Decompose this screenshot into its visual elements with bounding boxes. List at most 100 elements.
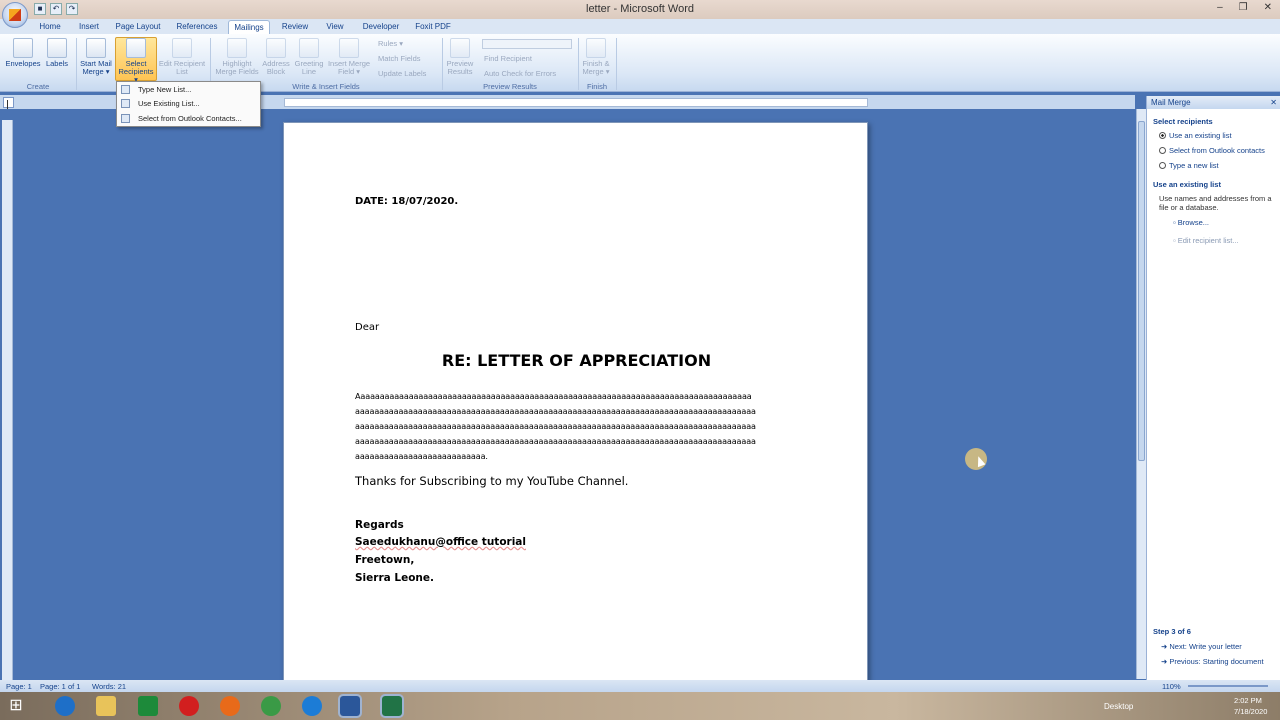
office-button[interactable]	[2, 2, 28, 28]
radio-icon[interactable]	[1159, 162, 1166, 169]
letter-heading: RE: LETTER OF APPRECIATION	[441, 351, 712, 370]
preview-results-button[interactable]: Preview Results	[444, 38, 476, 76]
finish-icon	[586, 38, 606, 58]
desktop-label[interactable]: Desktop	[1104, 702, 1133, 711]
regards-line: Regards	[355, 519, 404, 531]
tab-references[interactable]: References	[174, 20, 220, 34]
minimize-icon[interactable]: –	[1217, 2, 1223, 13]
close-pane-icon[interactable]: ✕	[1270, 96, 1277, 109]
status-page[interactable]: Page: 1	[6, 682, 32, 691]
labels-icon	[47, 38, 67, 58]
excel-icon[interactable]	[138, 696, 158, 716]
excel-window-icon[interactable]	[380, 694, 404, 718]
chrome-icon[interactable]	[261, 696, 281, 716]
tab-home[interactable]: Home	[36, 20, 64, 34]
vertical-ruler[interactable]	[2, 120, 13, 680]
word-icon[interactable]	[338, 694, 362, 718]
redo-icon[interactable]: ↷	[66, 3, 78, 15]
close-icon[interactable]: ✕	[1264, 2, 1272, 13]
undo-icon[interactable]: ↶	[50, 3, 62, 15]
opera-icon[interactable]	[179, 696, 199, 716]
highlight-merge-fields-button[interactable]: Highlight Merge Fields	[214, 38, 260, 76]
existing-list-icon	[121, 99, 130, 108]
group-create: Create	[26, 82, 50, 91]
mouse-cursor	[965, 448, 987, 470]
scroll-thumb[interactable]	[1138, 121, 1145, 461]
signature-line: Saeedukhanu@office tutorial	[355, 536, 526, 548]
tab-review[interactable]: Review	[280, 20, 310, 34]
status-pages[interactable]: Page: 1 of 1	[40, 682, 80, 691]
next-step-link[interactable]: ➜ Next: Write your letter	[1161, 642, 1242, 651]
labels-button[interactable]: Labels	[42, 38, 72, 68]
tab-foxit-pdf[interactable]: Foxit PDF	[412, 20, 454, 34]
title-bar: letter - Microsoft Word ■ ↶ ↷ – ❐ ✕	[0, 0, 1280, 19]
pane-title: Mail Merge ✕	[1147, 96, 1280, 109]
greeting-line-button[interactable]: Greeting Line	[292, 38, 326, 76]
insert-merge-field-button[interactable]: Insert Merge Field ▾	[326, 38, 372, 76]
document-page[interactable]: DATE: 18/07/2020. Dear RE: LETTER OF APP…	[283, 122, 868, 682]
address-block-button[interactable]: Address Block	[260, 38, 292, 76]
radio-use-existing-list[interactable]: Use an existing list	[1159, 131, 1232, 140]
radio-outlook-contacts[interactable]: Select from Outlook contacts	[1159, 146, 1265, 155]
group-finish: Finish	[586, 82, 607, 91]
horizontal-ruler[interactable]	[284, 98, 868, 107]
record-navigator[interactable]	[482, 39, 572, 49]
status-zoom[interactable]: 110%	[1162, 682, 1181, 691]
select-recipients-button[interactable]: Select Recipients ▾	[115, 37, 157, 84]
ribbon-tabs: Home Insert Page Layout References Maili…	[0, 19, 1280, 34]
office-logo-icon	[9, 9, 21, 21]
match-fields-button[interactable]: Match Fields	[378, 54, 421, 63]
vertical-scrollbar[interactable]	[1136, 109, 1146, 679]
edge-icon[interactable]	[302, 696, 322, 716]
mail-merge-pane: Mail Merge ✕ Select recipients Use an exi…	[1146, 96, 1280, 680]
start-mail-merge-button[interactable]: Start Mail Merge ▾	[78, 38, 114, 76]
salutation: Dear	[355, 322, 380, 333]
section-desc-2: file or a database.	[1159, 203, 1219, 212]
zoom-slider[interactable]	[1188, 685, 1268, 687]
greeting-icon	[299, 38, 319, 58]
clock-date[interactable]: 7/18/2020	[1234, 707, 1267, 716]
radio-icon[interactable]	[1159, 132, 1166, 139]
maximize-icon[interactable]: ❐	[1239, 2, 1248, 13]
recipients-icon	[126, 38, 146, 58]
body-paragraph: Aaaaaaaaaaaaaaaaaaaaaaaaaaaaaaaaaaaaaaaa…	[355, 391, 756, 461]
update-labels-button[interactable]: Update Labels	[378, 69, 426, 78]
envelopes-button[interactable]: Envelopes	[4, 38, 42, 68]
menu-item-use-existing-list[interactable]: Use Existing List...	[117, 97, 260, 111]
windows-start-icon[interactable]: ⊞	[6, 696, 26, 716]
highlight-icon	[227, 38, 247, 58]
auto-check-button[interactable]: Auto Check for Errors	[484, 69, 556, 78]
field-icon	[339, 38, 359, 58]
folder-icon[interactable]	[96, 696, 116, 716]
radio-icon[interactable]	[1159, 147, 1166, 154]
tab-view[interactable]: View	[322, 20, 348, 34]
tab-developer[interactable]: Developer	[360, 20, 402, 34]
envelope-icon	[13, 38, 33, 58]
edit-recipient-link[interactable]: ▫ Edit recipient list...	[1173, 236, 1239, 245]
preview-icon	[450, 38, 470, 58]
menu-item-type-new-list[interactable]: Type New List...	[117, 83, 260, 97]
edit-recipient-list-button[interactable]: Edit Recipient List	[158, 38, 206, 76]
finish-merge-button[interactable]: Finish & Merge ▾	[580, 38, 612, 76]
status-words[interactable]: Words: 21	[92, 682, 126, 691]
clock-time[interactable]: 2:02 PM	[1234, 696, 1262, 705]
tab-mailings[interactable]: Mailings	[228, 20, 270, 34]
find-recipient-button[interactable]: Find Recipient	[484, 54, 532, 63]
tab-insert[interactable]: Insert	[74, 20, 104, 34]
new-list-icon	[121, 85, 130, 94]
menu-item-outlook-contacts[interactable]: Select from Outlook Contacts...	[117, 112, 260, 126]
thanks-line: Thanks for Subscribing to my YouTube Cha…	[355, 474, 629, 488]
window-title: letter - Microsoft Word	[586, 3, 694, 15]
browse-link[interactable]: ▫ Browse...	[1173, 218, 1209, 227]
country-line: Sierra Leone.	[355, 572, 434, 584]
contacts-icon	[121, 114, 130, 123]
firefox-icon[interactable]	[220, 696, 240, 716]
rules-button[interactable]: Rules ▾	[378, 39, 403, 48]
tab-page-layout[interactable]: Page Layout	[114, 20, 162, 34]
radio-type-new-list[interactable]: Type a new list	[1159, 161, 1219, 170]
save-icon[interactable]: ■	[34, 3, 46, 15]
section-heading: Use an existing list	[1153, 180, 1221, 189]
previous-step-link[interactable]: ➜ Previous: Starting document	[1161, 657, 1264, 666]
tab-selector[interactable]	[3, 97, 14, 108]
ie-icon[interactable]	[55, 696, 75, 716]
